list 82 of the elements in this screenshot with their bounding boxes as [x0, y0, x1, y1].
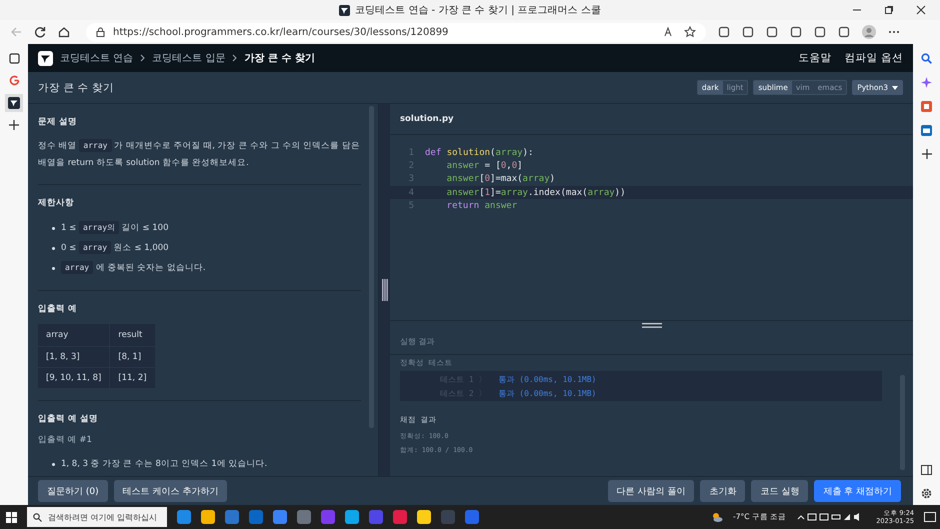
taskbar-search-field[interactable]: 검색하려면 여기에 입력하십시	[27, 507, 167, 527]
action-button[interactable]: 코드 실행	[751, 480, 808, 502]
table-cell: [1, 8, 3]	[38, 346, 110, 368]
star-icon[interactable]	[684, 26, 696, 38]
bullet-text: 0 ≤ array 원소 ≤ 1,000	[61, 242, 169, 254]
site-tab-icon[interactable]	[8, 97, 20, 109]
section-heading: 입출력 예 설명	[38, 413, 99, 425]
toolbar-icon[interactable]	[814, 26, 826, 38]
table-cell: [8, 1]	[110, 346, 156, 368]
toolbar-icon[interactable]	[838, 26, 850, 38]
toolbar-icon[interactable]	[742, 26, 754, 38]
sparkle-icon[interactable]	[921, 77, 932, 88]
action-button[interactable]: 질문하기 (0)	[38, 480, 108, 502]
code-line: return answer	[446, 200, 518, 211]
settings-icon[interactable]	[921, 488, 932, 499]
description-text: 정수 배열 array 가 매개변수로 주어질 때, 가장 큰 수와 그 수의 인덱스를 담은 배열을 return 하도록 solution 함수를 완성해보세요.	[38, 138, 361, 170]
toolbar-icon[interactable]	[790, 26, 802, 38]
example-subheading: 입출력 예 #1	[38, 434, 93, 446]
search-icon[interactable]	[921, 53, 932, 64]
section-heading: 제한사항	[38, 197, 75, 209]
taskbar-app-icon[interactable]	[201, 510, 215, 524]
start-icon[interactable]	[6, 512, 17, 522]
chevron-icon	[140, 54, 146, 62]
test-result: 통과 (0.00ms, 10.1MB)	[498, 388, 596, 398]
test-result: 통과 (0.00ms, 10.1MB)	[498, 374, 596, 384]
lock-icon	[96, 27, 105, 37]
taskbar-app-icon[interactable]	[345, 510, 359, 524]
tabs-icon[interactable]	[8, 53, 20, 64]
action-button[interactable]: 초기화	[700, 480, 746, 502]
site-icon	[339, 4, 350, 16]
resize-handle[interactable]	[642, 322, 662, 328]
panel-title: 실행 결과	[400, 336, 435, 347]
search-icon	[33, 512, 42, 522]
weather-icon	[710, 511, 723, 523]
splitter-handle[interactable]	[382, 279, 388, 301]
action-button[interactable]: 테스트 케이스 추가하기	[114, 480, 228, 502]
toolbar-icon[interactable]	[766, 26, 778, 38]
table-header: array	[38, 324, 110, 346]
toolbar-icon[interactable]	[718, 26, 730, 38]
code-line: answer = [0,0]	[446, 160, 523, 171]
restore-icon[interactable]	[884, 5, 894, 15]
file-tab[interactable]: solution.py	[400, 114, 454, 124]
add-icon[interactable]	[9, 120, 19, 130]
reload-icon[interactable]	[34, 26, 46, 38]
taskbar-app-icon[interactable]	[177, 510, 191, 524]
bullet-text: array 에 중복된 숫자는 없습니다.	[61, 262, 206, 274]
nav-link[interactable]: 도움말	[798, 51, 832, 65]
taskbar-app-icon[interactable]	[273, 510, 287, 524]
sidebar-icon[interactable]	[921, 465, 932, 475]
nav-link[interactable]: 컴파일 옵션	[844, 51, 903, 65]
close-icon[interactable]	[916, 5, 926, 15]
section-heading: 문제 설명	[38, 116, 78, 128]
line-number: 4	[408, 188, 414, 198]
code-line: answer[0]=max(array)	[446, 174, 556, 184]
taskbar-app-icon[interactable]	[417, 510, 431, 524]
section-heading: 입출력 예	[38, 303, 78, 315]
add-icon[interactable]	[922, 149, 932, 159]
more-icon[interactable]	[888, 30, 900, 34]
logo-icon[interactable]	[38, 50, 53, 66]
office-icon[interactable]	[921, 101, 932, 112]
lesson-title: 가장 큰 수 찾기	[38, 80, 114, 94]
action-button[interactable]: 다른 사람의 풀이	[608, 480, 694, 502]
avatar-icon[interactable]	[862, 25, 876, 39]
caret-icon	[892, 86, 898, 90]
breadcrumb-link[interactable]: 코딩테스트 연습	[60, 51, 134, 65]
code-line: def solution(array):	[425, 148, 534, 158]
notification-icon[interactable]	[924, 512, 936, 522]
table-cell: [9, 10, 11, 8]	[38, 368, 110, 388]
breadcrumb-link[interactable]: 코딩테스트 입문	[152, 51, 226, 65]
window-title: 코딩테스트 연습 - 가장 큰 수 찾기 | 프로그래머스 스쿨	[355, 4, 601, 17]
action-button[interactable]: 제출 후 채점하기	[814, 480, 901, 502]
code-line: answer[1]=array.index(max(array))	[446, 188, 626, 198]
breadcrumb-link[interactable]: 가장 큰 수 찾기	[244, 51, 315, 65]
mail-icon[interactable]	[921, 125, 932, 136]
bullet-text: 1 ≤ array의 길이 ≤ 100	[61, 222, 168, 234]
table-header: result	[110, 324, 156, 346]
table-cell: [11, 2]	[110, 368, 156, 388]
google-icon[interactable]	[8, 75, 20, 86]
address-field[interactable]: https://school.programmers.co.kr/learn/courses/30/lessons/120899	[86, 22, 706, 42]
chevron-icon	[232, 54, 238, 62]
bullet-text: 1, 8, 3 중 가장 큰 수는 8이고 인덱스 1에 있습니다.	[61, 458, 268, 470]
home-icon[interactable]	[58, 26, 70, 38]
